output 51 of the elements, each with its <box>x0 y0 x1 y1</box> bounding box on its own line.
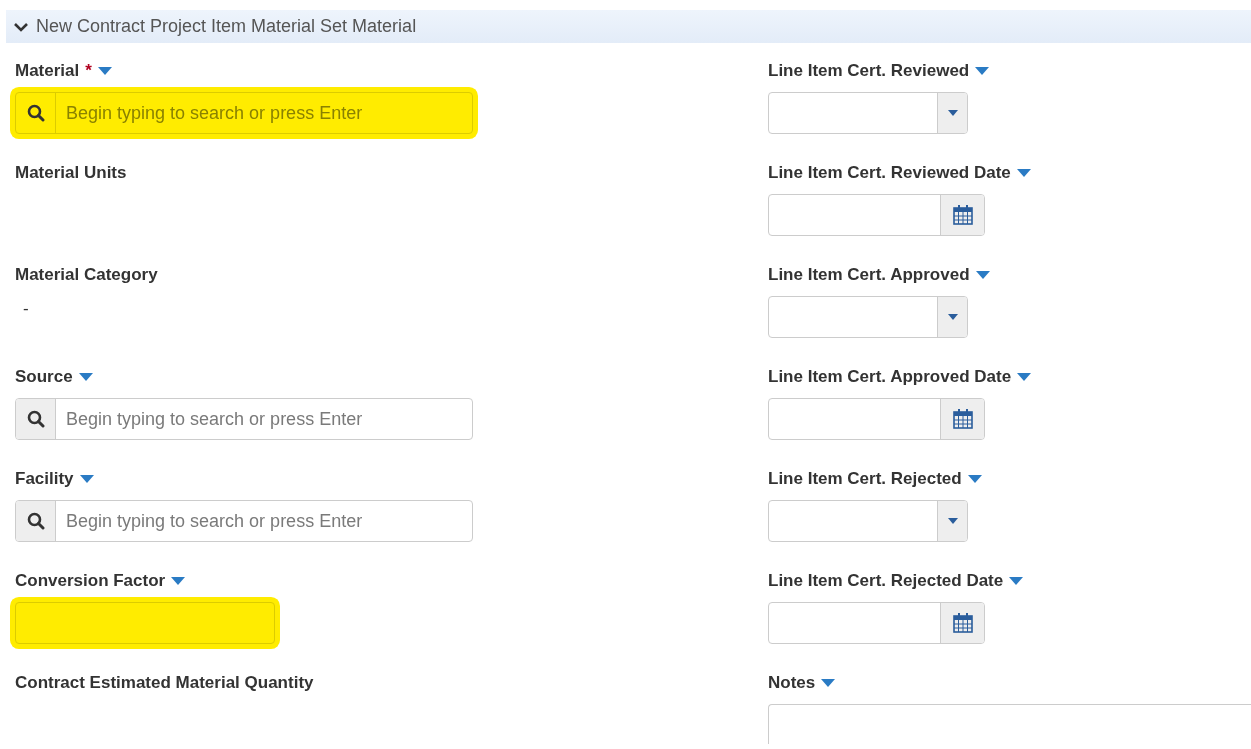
dropdown-caret-icon <box>947 314 958 320</box>
search-field[interactable]: Begin typing to search or press Enter <box>15 500 473 542</box>
menu-caret-icon[interactable] <box>79 475 94 483</box>
placeholder-text: Begin typing to search or press Enter <box>65 407 364 431</box>
dropdown-caret-icon <box>947 110 958 116</box>
field-label: Line Item Cert. Reviewed <box>768 60 970 83</box>
menu-caret-icon[interactable] <box>78 373 93 381</box>
calendar-icon <box>952 613 973 633</box>
chevron-down-icon[interactable] <box>14 21 28 32</box>
menu-caret-icon[interactable] <box>1017 373 1032 381</box>
date-field[interactable] <box>768 194 985 236</box>
select-field[interactable] <box>768 500 968 542</box>
search-field[interactable]: Begin typing to search or press Enter <box>15 398 473 440</box>
menu-caret-icon[interactable] <box>821 679 836 687</box>
field-label: Material Units <box>15 162 127 185</box>
date-field[interactable] <box>768 602 985 644</box>
field-label: Notes <box>768 672 816 695</box>
search-icon <box>26 512 45 530</box>
placeholder-text: Begin typing to search or press Enter <box>65 509 364 533</box>
placeholder-text: Begin typing to search or press Enter <box>65 101 364 125</box>
dropdown-caret-icon <box>947 518 958 524</box>
menu-caret-icon[interactable] <box>97 67 112 75</box>
date-field[interactable] <box>768 398 985 440</box>
field-label: Line Item Cert. Rejected Date <box>768 570 1004 593</box>
section-header[interactable]: New Contract Project Item Material Set Material <box>6 10 1251 43</box>
field-label: Facility <box>15 468 74 491</box>
field-label: Line Item Cert. Rejected <box>768 468 962 491</box>
select-field[interactable] <box>768 296 968 338</box>
menu-caret-icon[interactable] <box>1016 169 1031 177</box>
field-label: Line Item Cert. Approved <box>768 264 970 287</box>
field-label: Material Category <box>15 264 158 287</box>
field-label: Material <box>15 60 80 83</box>
menu-caret-icon[interactable] <box>975 271 990 279</box>
field-label: Line Item Cert. Reviewed Date <box>768 162 1011 185</box>
calendar-icon <box>952 409 973 429</box>
field-label: Contract Estimated Material Quantity <box>15 672 314 695</box>
field-value: - <box>22 298 29 320</box>
select-field[interactable] <box>768 92 968 134</box>
field-label: Line Item Cert. Approved Date <box>768 366 1012 389</box>
menu-caret-icon[interactable] <box>967 475 982 483</box>
field-label: Conversion Factor <box>15 570 166 593</box>
search-icon <box>26 410 45 428</box>
menu-caret-icon[interactable] <box>171 577 186 585</box>
menu-caret-icon[interactable] <box>975 67 990 75</box>
search-icon <box>26 104 45 122</box>
required-mark: * <box>85 60 92 83</box>
calendar-icon <box>952 205 973 225</box>
section-title: New Contract Project Item Material Set Material <box>36 15 417 38</box>
menu-caret-icon[interactable] <box>1009 577 1024 585</box>
notes-field[interactable] <box>768 704 1251 744</box>
field-label: Source <box>15 366 73 389</box>
